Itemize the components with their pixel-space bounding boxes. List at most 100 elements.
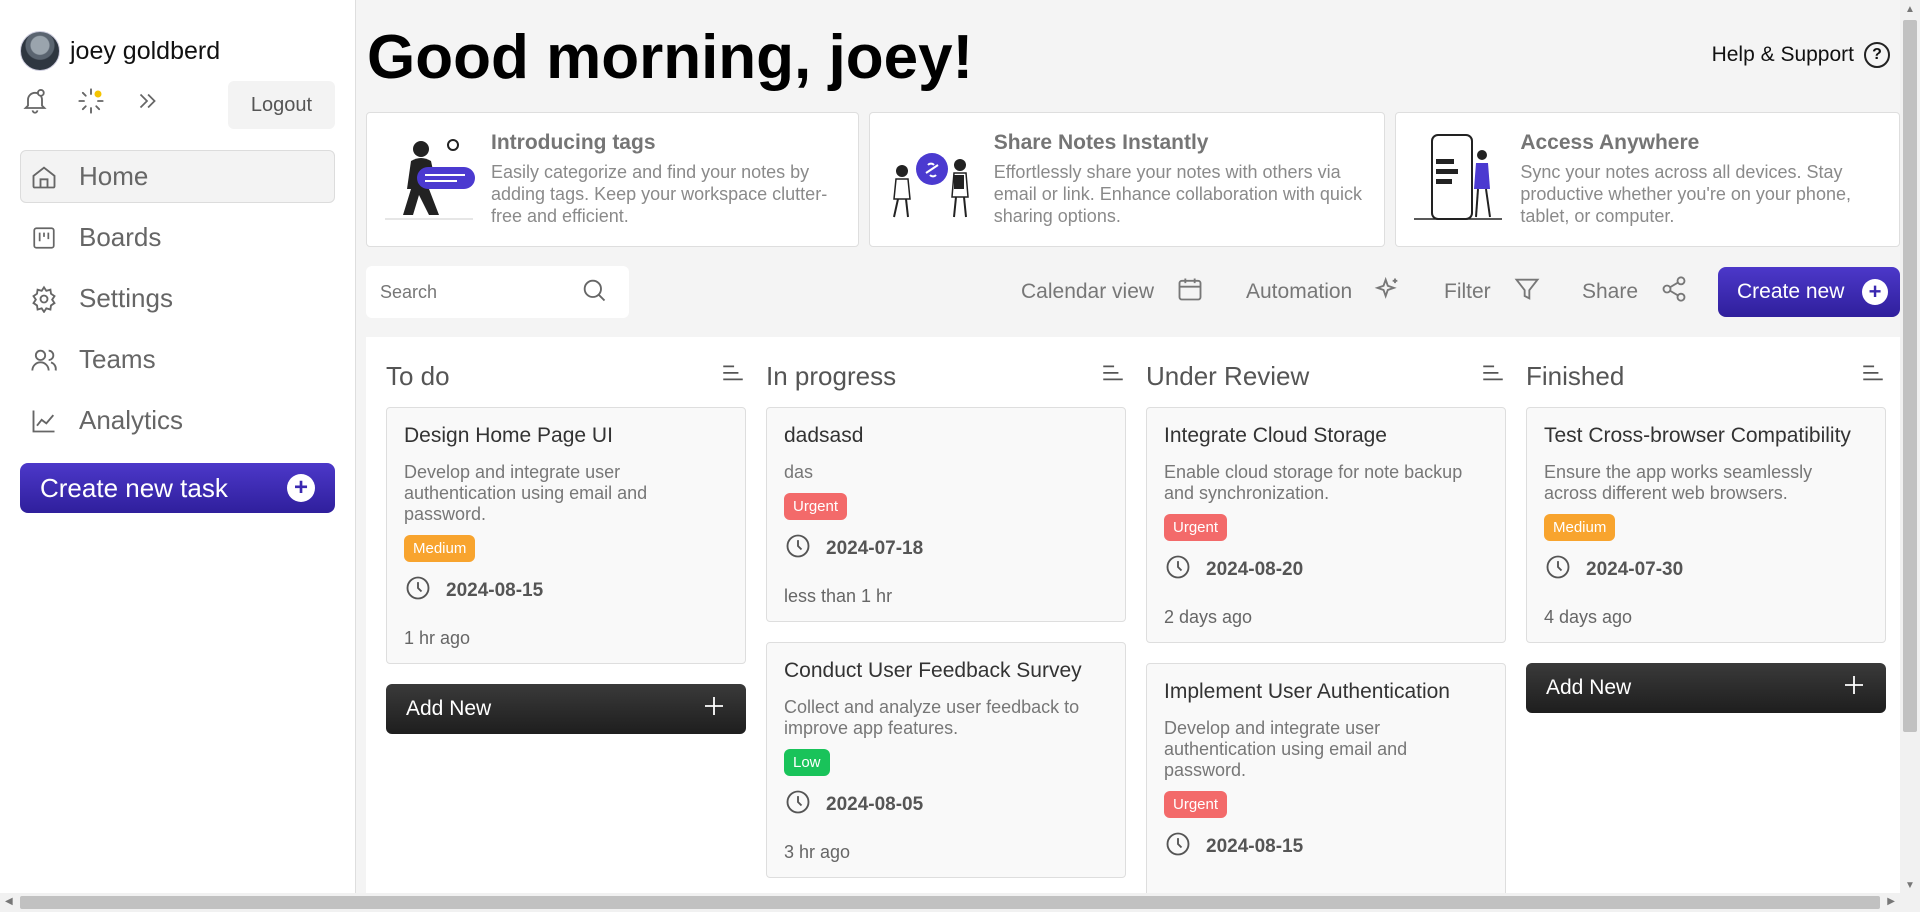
sort-menu-icon[interactable] <box>1860 361 1886 392</box>
priority-badge: Medium <box>404 535 476 562</box>
user-profile[interactable]: joey goldberd <box>20 31 220 71</box>
feature-cards: Introducing tags Easily categorize and f… <box>366 112 1900 247</box>
search-icon[interactable] <box>580 276 608 309</box>
create-new-task-button[interactable]: Create new task + <box>20 463 335 513</box>
sort-menu-icon[interactable] <box>1480 361 1506 392</box>
task-timestamp: 4 days ago <box>1544 607 1633 627</box>
task-due-date: 2024-08-20 <box>1164 553 1488 587</box>
clock-icon <box>1164 553 1192 587</box>
automation-button[interactable]: Automation <box>1246 266 1402 318</box>
task-description: Collect and analyze user feedback to imp… <box>784 697 1080 738</box>
sidebar: joey goldberd Logout Home Boards Setting… <box>0 0 356 893</box>
sidebar-item-boards[interactable]: Boards <box>20 211 335 264</box>
task-due-date: 2024-08-05 <box>784 788 1108 822</box>
user-name: joey goldberd <box>70 36 221 65</box>
task-due-date: 2024-07-30 <box>1544 553 1868 587</box>
calendar-view-button[interactable]: Calendar view <box>1021 266 1204 318</box>
column-finished: Finished Test Cross-browser Compatibilit… <box>1526 337 1886 713</box>
home-icon <box>29 162 59 192</box>
task-card[interactable]: Design Home Page UI Develop and integrat… <box>386 407 746 664</box>
logout-button[interactable]: Logout <box>228 81 335 129</box>
notifications-bell-icon[interactable] <box>20 86 50 116</box>
share-button[interactable]: Share <box>1582 266 1688 318</box>
task-description: Enable cloud storage for note backup and… <box>1164 462 1463 503</box>
task-due-date: 2024-08-15 <box>404 574 728 608</box>
search-box <box>366 266 629 318</box>
priority-badge: Low <box>784 749 830 776</box>
column-header: To do <box>386 337 746 407</box>
clock-icon <box>784 788 812 822</box>
column-title: Under Review <box>1146 360 1310 391</box>
add-new-label: Add New <box>1546 676 1632 699</box>
filter-button[interactable]: Filter <box>1444 266 1541 318</box>
column-title: In progress <box>766 360 897 391</box>
feature-text: Easily categorize and find your notes by… <box>491 162 828 226</box>
due-date-text: 2024-08-20 <box>1206 559 1304 580</box>
sidebar-item-label: Boards <box>79 222 162 252</box>
loading-sun-icon[interactable] <box>76 86 106 116</box>
help-support-link[interactable]: Help & Support ? <box>1712 42 1890 68</box>
scroll-left-icon[interactable]: ◀ <box>5 896 13 907</box>
plus-icon <box>1842 673 1866 703</box>
scroll-up-icon[interactable]: ▲ <box>1905 4 1915 15</box>
sidebar-item-home[interactable]: Home <box>20 150 335 203</box>
task-card[interactable]: Integrate Cloud Storage Enable cloud sto… <box>1146 407 1506 643</box>
calendar-view-label: Calendar view <box>1021 280 1155 303</box>
sort-menu-icon[interactable] <box>1100 361 1126 392</box>
task-title: Design Home Page UI <box>404 424 613 447</box>
page-title: Good morning, joey! <box>367 23 974 92</box>
task-title: dadsasd <box>784 424 864 447</box>
column-in-progress: In progress dadsasd das Urgent 2024-07-1… <box>766 337 1126 893</box>
question-icon: ? <box>1864 42 1890 68</box>
sidebar-item-teams[interactable]: Teams <box>20 333 335 386</box>
sidebar-item-label: Settings <box>79 283 173 313</box>
due-date-text: 2024-08-15 <box>446 580 544 601</box>
create-new-button[interactable]: Create new + <box>1718 267 1900 317</box>
horizontal-scroll-thumb[interactable] <box>20 896 1880 909</box>
column-under-review: Under Review Integrate Cloud Storage Ena… <box>1146 337 1506 893</box>
horizontal-scrollbar[interactable]: ◀ ▶ <box>0 893 1900 912</box>
column-title: Finished <box>1526 360 1625 391</box>
sidebar-item-analytics[interactable]: Analytics <box>20 394 335 447</box>
task-card[interactable]: dadsasd das Urgent 2024-07-18 less than … <box>766 407 1126 622</box>
task-title: Conduct User Feedback Survey <box>784 659 1082 682</box>
task-description: Develop and integrate user authenticatio… <box>1164 718 1408 780</box>
filter-label: Filter <box>1444 280 1491 303</box>
vertical-scrollbar[interactable]: ▲ ▼ <box>1900 0 1920 893</box>
task-title: Test Cross-browser Compatibility <box>1544 424 1851 447</box>
feature-card-access: Access Anywhere Sync your notes across a… <box>1395 112 1900 247</box>
vertical-scroll-thumb[interactable] <box>1903 20 1917 732</box>
sidebar-item-label: Analytics <box>79 405 184 435</box>
task-title: Integrate Cloud Storage <box>1164 424 1387 447</box>
task-timestamp: 3 hr ago <box>784 842 851 862</box>
task-card[interactable]: Test Cross-browser Compatibility Ensure … <box>1526 407 1886 643</box>
chevrons-right-icon[interactable] <box>132 86 162 116</box>
create-new-label: Create new <box>1737 280 1845 303</box>
task-card[interactable]: Implement User Authentication Develop an… <box>1146 663 1506 893</box>
task-description: Develop and integrate user authenticatio… <box>404 462 648 524</box>
task-card[interactable]: Conduct User Feedback Survey Collect and… <box>766 642 1126 878</box>
clock-icon <box>1164 830 1192 864</box>
add-new-button[interactable]: Add New <box>386 684 746 734</box>
task-due-date: 2024-08-15 <box>1164 830 1488 864</box>
board-toolbar: Calendar view Automation Filter Share Cr… <box>366 266 1900 318</box>
scroll-right-icon[interactable]: ▶ <box>1887 896 1895 907</box>
create-new-task-label: Create new task <box>40 472 228 503</box>
feature-title: Share Notes Instantly <box>993 131 1209 154</box>
sparkles-icon <box>1374 275 1402 309</box>
add-new-button[interactable]: Add New <box>1526 663 1886 713</box>
sidebar-item-settings[interactable]: Settings <box>20 272 335 325</box>
feature-card-tags: Introducing tags Easily categorize and f… <box>366 112 859 247</box>
sidebar-nav: Home Boards Settings Teams Analytics <box>20 150 335 455</box>
search-input[interactable] <box>380 281 580 303</box>
scroll-down-icon[interactable]: ▼ <box>1905 880 1915 891</box>
clock-icon <box>784 532 812 566</box>
column-header: Finished <box>1526 337 1886 407</box>
column-header: Under Review <box>1146 337 1506 407</box>
priority-badge: Medium <box>1544 514 1616 541</box>
avatar[interactable] <box>20 31 60 71</box>
due-date-text: 2024-07-30 <box>1586 559 1684 580</box>
sort-menu-icon[interactable] <box>720 361 746 392</box>
plus-icon: + <box>287 474 315 502</box>
plus-icon: + <box>1862 279 1888 305</box>
